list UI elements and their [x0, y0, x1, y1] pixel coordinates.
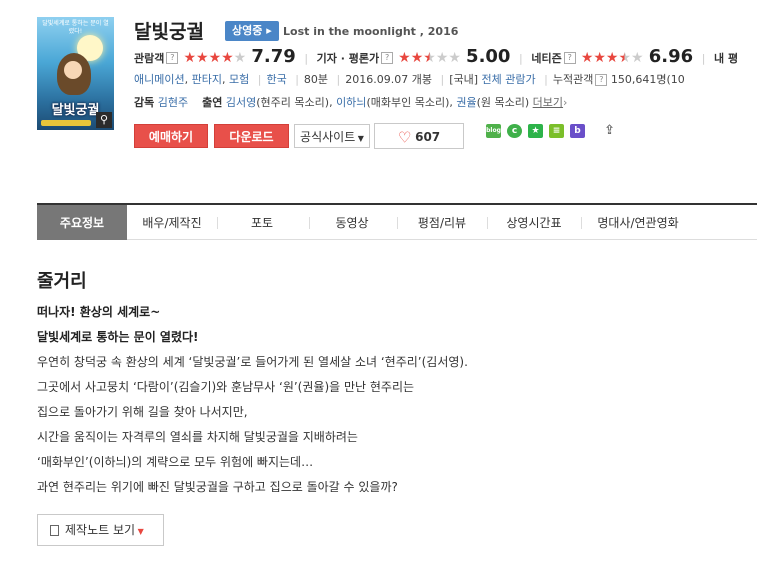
chevron-down-icon: ▼ — [135, 527, 144, 536]
my-rating-label[interactable]: 내 평 — [714, 52, 738, 65]
audience-score: 7.79 — [251, 46, 296, 67]
cast-role: (원 목소리) — [476, 96, 530, 109]
director-label: 감독 — [134, 96, 155, 109]
cumulative-label: 누적관객 — [552, 73, 594, 86]
poster-character-face — [64, 61, 82, 79]
cafe-share-icon[interactable]: c — [507, 124, 522, 138]
movie-poster[interactable]: 달빛세계로 통하는 문이 열렸다! 달빛궁궐 ⚲ — [37, 17, 114, 130]
tab-photo[interactable]: 포토 — [219, 205, 305, 240]
original-title: Lost in the moonlight , 2016 — [283, 25, 459, 38]
synopsis-line: 시간을 움직이는 자격루의 열쇠를 차지해 달빛궁궐을 지배하려는 — [37, 430, 358, 444]
genre-link[interactable]: 모험 — [229, 73, 249, 86]
blog-share-icon[interactable]: blog — [486, 124, 501, 138]
more-cast-link[interactable]: 더보기 — [533, 96, 563, 109]
cast-link[interactable]: 권율 — [456, 96, 476, 109]
official-site-dropdown[interactable]: 공식사이트 ▼ — [294, 124, 370, 148]
help-icon[interactable]: ? — [381, 51, 394, 64]
synopsis-heading: 줄거리 — [37, 271, 87, 292]
netizen-score: 6.96 — [648, 46, 694, 67]
poster-band — [41, 120, 91, 126]
critics-rating-label: 기자 · 평론가 — [316, 52, 380, 65]
zoom-icon[interactable]: ⚲ — [96, 112, 112, 128]
chevron-right-icon: ▸ — [266, 24, 272, 37]
country-link[interactable]: 한국 — [266, 73, 286, 86]
bookmark-star-icon[interactable]: ★ — [528, 124, 543, 138]
ratings-row: 관람객? ★★★★★ 7.79 | 기자 · 평론가? ★★★★★ 5.00 |… — [134, 46, 739, 67]
critics-score: 5.00 — [466, 46, 511, 67]
genre-link[interactable]: 판타지 — [192, 73, 222, 86]
synopsis-line: 집으로 돌아가기 위해 길을 찾아 나서지만, — [37, 405, 248, 419]
cast-role: (매화부인 목소리) — [366, 96, 450, 109]
heart-icon: ♡ — [397, 128, 412, 147]
detail-tabs: 주요정보 배우/제작진 포토 동영상 평점/리뷰 상영시간표 명대사/연관영화 — [37, 203, 757, 240]
critics-stars: ★★★★★ — [398, 50, 461, 66]
like-count: 607 — [415, 130, 441, 144]
rating-prefix: [국내] — [449, 73, 479, 86]
credits-row: 감독 김현주 출연 김서영(현주리 목소리), 이하늬(매화부인 목소리), 권… — [134, 96, 568, 109]
movie-info-row: 애니메이션, 판타지, 모험 | 한국 | 80분 | 2016.09.07 개봉 |… — [134, 73, 685, 86]
cast-label: 출연 — [202, 96, 223, 109]
cumulative-tail: (10 — [666, 73, 685, 86]
runtime: 80분 — [303, 73, 329, 86]
status-badge[interactable]: 상영중 ▸ — [225, 21, 279, 41]
chevron-down-icon: ▼ — [355, 134, 364, 143]
list-share-icon[interactable]: ≡ — [549, 124, 564, 138]
tab-showtimes[interactable]: 상영시간표 — [489, 205, 579, 240]
synopsis-tagline: 달빛세계로 통하는 문이 열렸다! — [37, 330, 199, 344]
share-icon[interactable]: ⇪ — [602, 124, 617, 138]
official-site-label: 공식사이트 — [300, 130, 356, 144]
status-badge-label: 상영중 — [232, 24, 263, 37]
synopsis-line: 과연 현주리는 위기에 빠진 달빛궁궐을 구하고 집으로 돌아갈 수 있을까? — [37, 480, 398, 494]
tab-cast-crew[interactable]: 배우/제작진 — [129, 205, 215, 240]
chevron-right-icon: › — [563, 96, 568, 109]
audience-rating-label: 관람객 — [134, 52, 165, 65]
production-notes-button[interactable]: 제작노트 보기 ▼ — [37, 514, 164, 546]
production-notes-label: 제작노트 보기 — [65, 523, 136, 537]
director-link[interactable]: 김현주 — [158, 96, 188, 109]
age-rating-link[interactable]: 전체 관람가 — [482, 73, 536, 86]
poster-top-text: 달빛세계로 통하는 문이 열렸다! — [42, 20, 109, 35]
help-icon[interactable]: ? — [166, 51, 179, 64]
netizen-stars: ★★★★★ — [580, 50, 644, 66]
help-icon[interactable]: ? — [563, 51, 576, 64]
download-button[interactable]: 다운로드 — [214, 124, 289, 148]
tab-video[interactable]: 동영상 — [309, 205, 395, 240]
release-date: 2016.09.07 개봉 — [345, 73, 432, 86]
synopsis-line: 우연히 창덕궁 속 환상의 세계 ‘달빛궁궐’로 들어가게 된 열세살 소녀 ‘… — [37, 355, 468, 369]
audience-stars: ★★★★★ — [183, 50, 247, 66]
movie-title[interactable]: 달빛궁궐 — [134, 17, 204, 44]
band-share-icon[interactable]: b — [570, 124, 585, 138]
cast-role: (현주리 목소리) — [256, 96, 330, 109]
genre-link[interactable]: 애니메이션 — [134, 73, 185, 86]
tab-main-info[interactable]: 주요정보 — [37, 205, 127, 240]
cast-link[interactable]: 이하늬 — [336, 96, 366, 109]
cumulative-audience: 150,641명 — [610, 73, 667, 86]
cast-link[interactable]: 김서영 — [226, 96, 256, 109]
document-icon — [50, 525, 59, 536]
synopsis-line: 그곳에서 사고뭉치 ‘다람이’(김슬기)와 훈남무사 ‘원’(권율)을 만난 현… — [37, 380, 415, 394]
like-button[interactable]: ♡ 607 — [374, 123, 464, 149]
tab-quotes-related[interactable]: 명대사/연관영화 — [583, 205, 693, 240]
netizen-rating-label: 네티즌 — [531, 52, 562, 65]
synopsis-line: ‘매화부인’(이하늬)의 계략으로 모두 위험에 빠지는데… — [37, 455, 314, 469]
reserve-button[interactable]: 예매하기 — [134, 124, 208, 148]
tab-reviews[interactable]: 평점/리뷰 — [399, 205, 485, 240]
help-icon[interactable]: ? — [595, 74, 608, 86]
synopsis-tagline: 떠나자! 환상의 세계로~ — [37, 305, 161, 319]
